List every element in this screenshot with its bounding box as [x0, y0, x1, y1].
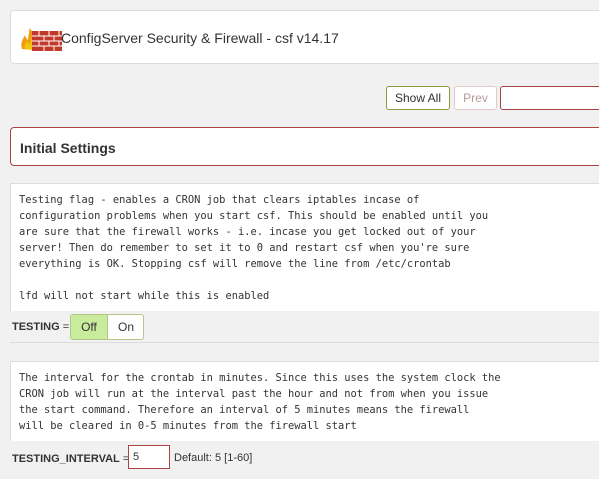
app-header: ConfigServer Security & Firewall - csf v…	[10, 10, 599, 64]
toggle-off-option[interactable]: Off	[71, 315, 108, 339]
setting-label: TESTING_INTERVAL =	[12, 453, 129, 465]
prev-button[interactable]: Prev	[454, 86, 497, 110]
app-title: ConfigServer Security & Firewall - csf v…	[61, 30, 339, 46]
default-value-text: Default: 5 [1-60]	[174, 452, 253, 464]
firewall-logo-icon	[21, 28, 62, 51]
setting-name: TESTING_INTERVAL	[12, 453, 120, 465]
setting-equals: =	[59, 321, 70, 333]
section-title: Initial Settings	[20, 140, 116, 156]
setting-row-testing: TESTING = Off On	[10, 312, 599, 343]
setting-label: TESTING =	[12, 321, 69, 333]
testing-interval-input[interactable]	[128, 445, 170, 469]
show-all-button[interactable]: Show All	[386, 86, 450, 110]
setting-row-testing-interval: TESTING_INTERVAL = Default: 5 [1-60]	[10, 443, 599, 473]
section-header: Initial Settings	[10, 127, 599, 166]
section-select[interactable]	[500, 86, 599, 110]
setting-description: The interval for the crontab in minutes.…	[10, 361, 599, 441]
setting-description: Testing flag - enables a CRON job that c…	[10, 183, 599, 311]
testing-toggle[interactable]: Off On	[70, 314, 144, 340]
setting-name: TESTING	[12, 321, 60, 333]
pagination-nav: Show All Prev	[0, 86, 599, 112]
toggle-on-option[interactable]: On	[108, 315, 143, 339]
